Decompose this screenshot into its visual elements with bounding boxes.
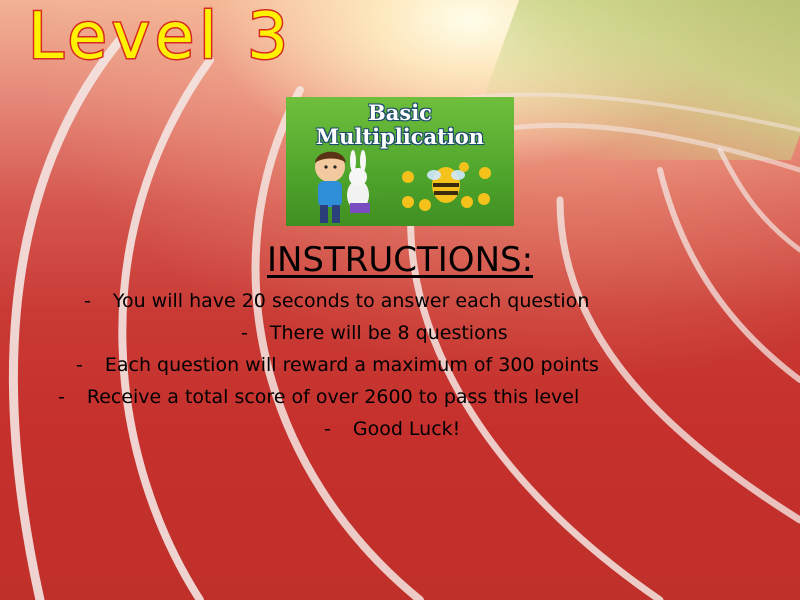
rule-text: There will be 8 questions	[269, 322, 508, 344]
list-item: - You will have 20 seconds to answer each…	[84, 290, 589, 312]
bullet-dash: -	[84, 290, 91, 312]
instructions-heading: INSTRUCTIONS:	[266, 240, 534, 280]
bullet-dash: -	[241, 322, 248, 344]
bullet-dash: -	[324, 418, 331, 440]
rule-text: Receive a total score of over 2600 to pa…	[86, 386, 580, 408]
logo-line-multiplication: Multiplication	[315, 124, 485, 149]
bullet-dash: -	[76, 354, 83, 376]
list-item: - Receive a total score of over 2600 to p…	[58, 386, 579, 408]
level-title: Level 3	[27, 0, 293, 74]
rule-text: Good Luck!	[352, 418, 461, 440]
logo-text: Basic Multiplication	[286, 101, 514, 149]
basic-multiplication-logo: Basic Multiplication	[286, 97, 514, 226]
logo-line-basic: Basic	[368, 100, 432, 125]
list-item: - There will be 8 questions	[241, 322, 508, 344]
rule-text: You will have 20 seconds to answer each …	[112, 290, 590, 312]
running-track-background: Level 3 Basic Multiplication INSTRUCTION…	[0, 0, 800, 600]
list-item: - Good Luck!	[324, 418, 460, 440]
rule-text: Each question will reward a maximum of 3…	[104, 354, 599, 376]
bullet-dash: -	[58, 386, 65, 408]
bunny-character-icon	[347, 150, 370, 213]
boy-character-icon	[315, 151, 346, 223]
bee-characters-icon	[402, 162, 491, 211]
list-item: - Each question will reward a maximum of …	[76, 354, 599, 376]
